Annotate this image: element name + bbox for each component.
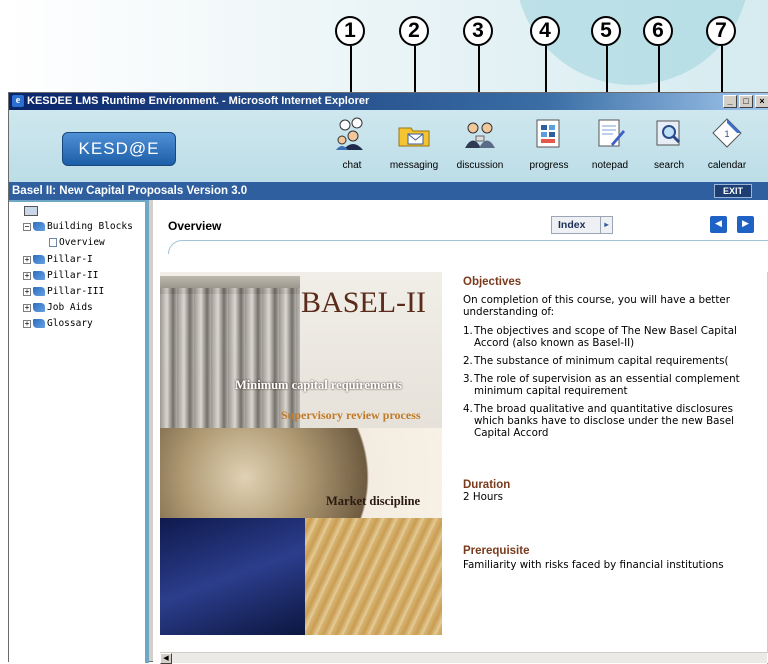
chevron-left-icon: ◀ bbox=[715, 219, 722, 229]
tree-item-overview[interactable]: Overview bbox=[49, 237, 105, 249]
discussion-icon bbox=[463, 116, 497, 150]
prerequisite-value: Familiarity with risks faced by financia… bbox=[463, 559, 724, 571]
expand-icon[interactable]: + bbox=[23, 255, 31, 264]
objectives-intro: On completion of this course, you will h… bbox=[463, 294, 730, 318]
chat-icon bbox=[335, 116, 369, 150]
course-tree: − Building Blocks Overview + Pillar-I + Pil… bbox=[9, 200, 149, 663]
tree-item-pillar-i[interactable]: + Pillar-I bbox=[23, 254, 93, 266]
next-page-button[interactable]: ▶ bbox=[737, 216, 754, 233]
chat-label: chat bbox=[342, 160, 362, 171]
list-item: 4. The broad qualitative and quantitative… bbox=[463, 403, 735, 439]
expand-icon[interactable]: + bbox=[23, 303, 31, 312]
discussion-tool[interactable]: discussion bbox=[449, 116, 511, 178]
list-item: 2. The substance of minimum capital requi… bbox=[463, 355, 729, 367]
document-icon bbox=[49, 238, 57, 247]
messaging-label: messaging bbox=[389, 160, 439, 171]
search-label: search bbox=[653, 160, 684, 171]
calendar-tool[interactable]: 1 calendar bbox=[696, 116, 758, 178]
window-controls: _ □ × bbox=[723, 95, 768, 108]
content-pane: Overview Index ▸ ◀ ▶ BASEL-II Minimum ca… bbox=[153, 200, 768, 664]
book-icon bbox=[33, 287, 45, 296]
notepad-label: notepad bbox=[591, 160, 629, 171]
tree-item-job-aids[interactable]: + Job Aids bbox=[23, 302, 93, 314]
basel-ii-poster: BASEL-II Minimum capital requirements Su… bbox=[160, 272, 442, 635]
notepad-tool[interactable]: notepad bbox=[579, 116, 641, 178]
callout-2: 2 bbox=[399, 16, 429, 46]
page-title: Overview bbox=[168, 219, 222, 233]
course-title: Basel II: New Capital Proposals Version … bbox=[12, 185, 248, 197]
browser-window: e KESDEE LMS Runtime Environment. - Micr… bbox=[8, 92, 768, 664]
tree-item-glossary[interactable]: + Glossary bbox=[23, 318, 93, 330]
exit-button[interactable]: EXIT bbox=[714, 184, 752, 198]
horizontal-scrollbar[interactable]: ◀ ▶ bbox=[160, 652, 768, 664]
index-button[interactable]: Index ▸ bbox=[551, 216, 613, 234]
notepad-icon bbox=[593, 116, 627, 150]
progress-icon bbox=[532, 116, 566, 150]
poster-title: BASEL-II bbox=[301, 286, 426, 319]
expand-icon[interactable]: + bbox=[23, 287, 31, 296]
window-titlebar[interactable]: e KESDEE LMS Runtime Environment. - Micr… bbox=[9, 93, 768, 110]
objectives-heading: Objectives bbox=[463, 276, 522, 288]
list-item: 1. The objectives and scope of The New Ba… bbox=[463, 325, 737, 349]
tree-item-building-blocks[interactable]: − Building Blocks bbox=[23, 221, 133, 233]
list-item: 3. The role of supervision as an essentia… bbox=[463, 373, 740, 397]
progress-tool[interactable]: progress bbox=[518, 116, 580, 178]
financial-paper-image bbox=[305, 518, 442, 635]
tree-item-pillar-ii[interactable]: + Pillar-II bbox=[23, 270, 98, 282]
objectives-list: 1. The objectives and scope of The New Ba… bbox=[463, 325, 763, 439]
callout-3: 3 bbox=[463, 16, 493, 46]
collapse-icon[interactable]: − bbox=[23, 222, 31, 231]
callout-6: 6 bbox=[643, 16, 673, 46]
building-pillars-image bbox=[160, 288, 300, 428]
search-tool[interactable]: search bbox=[638, 116, 700, 178]
computer-icon bbox=[24, 206, 38, 216]
messaging-tool[interactable]: messaging bbox=[383, 116, 445, 178]
duration-value: 2 Hours bbox=[463, 491, 503, 503]
duration-heading: Duration bbox=[463, 479, 511, 491]
callout-row: 1 2 3 4 5 6 7 bbox=[0, 0, 768, 112]
kesdee-logo: KESD@E bbox=[62, 132, 176, 166]
callout-5: 5 bbox=[591, 16, 621, 46]
book-open-icon bbox=[33, 222, 45, 231]
discussion-label: discussion bbox=[456, 160, 504, 171]
close-button[interactable]: × bbox=[755, 95, 768, 108]
expand-icon[interactable]: + bbox=[23, 271, 31, 280]
callout-1: 1 bbox=[335, 16, 365, 46]
minimize-button[interactable]: _ bbox=[723, 95, 737, 108]
book-icon bbox=[33, 319, 45, 328]
expand-icon[interactable]: + bbox=[23, 319, 31, 328]
app-header: KESD@E chat messaging discussion progres… bbox=[9, 110, 768, 182]
scales-image bbox=[160, 518, 305, 635]
chat-tool[interactable]: chat bbox=[321, 116, 383, 178]
chevron-right-icon: ▶ bbox=[742, 219, 749, 229]
prerequisite-heading: Prerequisite bbox=[463, 545, 530, 557]
previous-page-button[interactable]: ◀ bbox=[710, 216, 727, 233]
calendar-label: calendar bbox=[707, 160, 747, 171]
search-icon bbox=[652, 116, 686, 150]
internet-explorer-icon: e bbox=[12, 95, 24, 107]
book-icon bbox=[33, 271, 45, 280]
course-title-bar: Basel II: New Capital Proposals Version … bbox=[9, 182, 768, 200]
course-description: Objectives On completion of this course,… bbox=[463, 276, 763, 638]
book-icon bbox=[33, 303, 45, 312]
callout-4: 4 bbox=[530, 16, 560, 46]
tree-item-pillar-iii[interactable]: + Pillar-III bbox=[23, 286, 104, 298]
scroll-left-button[interactable]: ◀ bbox=[160, 653, 172, 664]
messaging-icon bbox=[397, 116, 431, 150]
window-title: KESDEE LMS Runtime Environment. - Micros… bbox=[27, 95, 370, 107]
poster-line-1: Minimum capital requirements bbox=[235, 378, 402, 392]
callout-leader bbox=[350, 46, 352, 96]
book-icon bbox=[33, 255, 45, 264]
progress-label: progress bbox=[529, 160, 569, 171]
callout-7: 7 bbox=[706, 16, 736, 46]
maximize-button[interactable]: □ bbox=[739, 95, 753, 108]
poster-line-2: Supervisory review process bbox=[281, 408, 421, 422]
calendar-icon: 1 bbox=[710, 116, 744, 150]
arrow-right-icon: ▸ bbox=[600, 217, 612, 233]
svg-text:1: 1 bbox=[724, 129, 729, 139]
section-divider bbox=[168, 240, 768, 254]
poster-line-3: Market discipline bbox=[326, 494, 421, 508]
